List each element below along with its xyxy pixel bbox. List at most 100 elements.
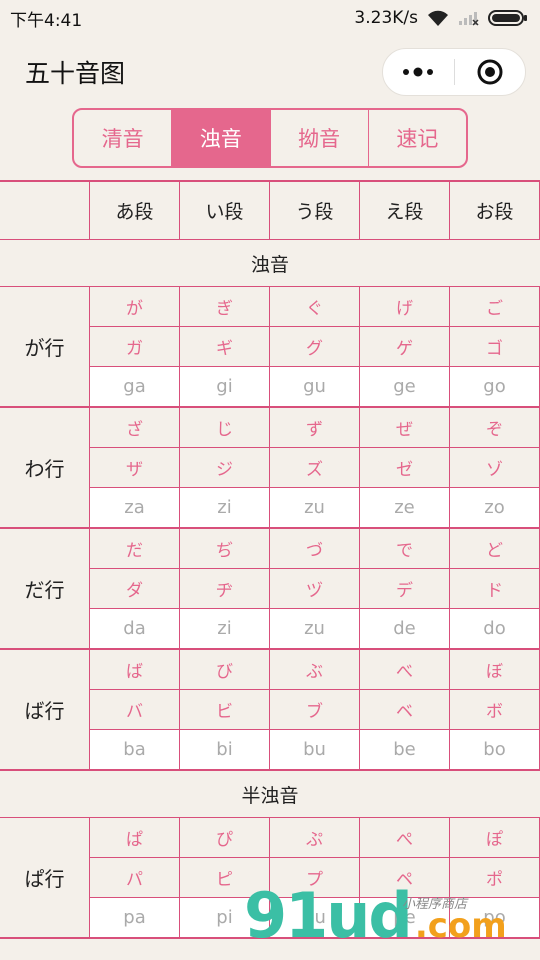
hiragana-cell[interactable]: ぱ	[90, 818, 180, 857]
battery-icon	[488, 9, 528, 27]
romaji-cell[interactable]: bi	[180, 730, 270, 769]
katakana-cell[interactable]: プ	[270, 858, 360, 897]
katakana-cell[interactable]: ゾ	[450, 448, 540, 487]
romaji-cell[interactable]: ga	[90, 367, 180, 406]
romaji-cell[interactable]: da	[90, 609, 180, 648]
katakana-row: ガギグゲゴ	[90, 327, 540, 367]
romaji-cell[interactable]: gi	[180, 367, 270, 406]
column-header: い段	[180, 182, 270, 239]
hiragana-cell[interactable]: び	[180, 650, 270, 689]
katakana-cell[interactable]: ベ	[360, 690, 450, 729]
hiragana-cell[interactable]: ぐ	[270, 287, 360, 326]
katakana-cell[interactable]: ポ	[450, 858, 540, 897]
column-header: お段	[450, 182, 540, 239]
hiragana-cell[interactable]: ぎ	[180, 287, 270, 326]
katakana-cell[interactable]: ゼ	[360, 448, 450, 487]
close-miniprogram-button[interactable]	[455, 49, 526, 95]
katakana-cell[interactable]: ダ	[90, 569, 180, 608]
katakana-cell[interactable]: デ	[360, 569, 450, 608]
romaji-cell[interactable]: zi	[180, 609, 270, 648]
row-group-cells: がぎぐげごガギグゲゴ ga gi gu ge go	[90, 287, 540, 406]
romaji-cell[interactable]: zo	[450, 488, 540, 527]
hiragana-cell[interactable]: ぢ	[180, 529, 270, 568]
sections-container: 浊音 が行がぎぐげごガギグゲゴ ga gi gu ge go わ行ざじずぜぞザジズゼゾ za zi…	[0, 240, 540, 939]
romaji-cell[interactable]: pa	[90, 898, 180, 937]
tab-quick-memo[interactable]: 速记	[369, 110, 466, 166]
hiragana-cell[interactable]: ご	[450, 287, 540, 326]
romaji-cell[interactable]: za	[90, 488, 180, 527]
hiragana-cell[interactable]: ぼ	[450, 650, 540, 689]
katakana-cell[interactable]: ビ	[180, 690, 270, 729]
romaji-cell[interactable]: gu	[270, 367, 360, 406]
hiragana-row: がぎぐげご	[90, 287, 540, 327]
hiragana-cell[interactable]: が	[90, 287, 180, 326]
romaji-row: ga gi gu ge go	[90, 367, 540, 406]
hiragana-cell[interactable]: ぶ	[270, 650, 360, 689]
romaji-cell[interactable]: go	[450, 367, 540, 406]
wifi-icon	[426, 9, 450, 27]
more-button[interactable]	[383, 49, 454, 95]
romaji-cell[interactable]: pi	[180, 898, 270, 937]
tab-youon[interactable]: 拗音	[271, 110, 369, 166]
romaji-row: pa pi pu pe po	[90, 898, 540, 937]
katakana-cell[interactable]: ヅ	[270, 569, 360, 608]
hiragana-cell[interactable]: ぴ	[180, 818, 270, 857]
romaji-cell[interactable]: be	[360, 730, 450, 769]
katakana-cell[interactable]: ド	[450, 569, 540, 608]
row-group-cells: だぢづでどダヂヅデド da zi zu de do	[90, 529, 540, 648]
hiragana-cell[interactable]: げ	[360, 287, 450, 326]
hiragana-cell[interactable]: ず	[270, 408, 360, 447]
katakana-cell[interactable]: ペ	[360, 858, 450, 897]
hiragana-row: ざじずぜぞ	[90, 408, 540, 448]
romaji-cell[interactable]: zi	[180, 488, 270, 527]
katakana-cell[interactable]: パ	[90, 858, 180, 897]
katakana-cell[interactable]: ゲ	[360, 327, 450, 366]
hiragana-cell[interactable]: だ	[90, 529, 180, 568]
status-time: 下午4:41	[10, 10, 83, 31]
hiragana-cell[interactable]: ぽ	[450, 818, 540, 857]
hiragana-cell[interactable]: べ	[360, 650, 450, 689]
romaji-cell[interactable]: ba	[90, 730, 180, 769]
hiragana-row: ぱぴぷぺぽ	[90, 818, 540, 858]
romaji-cell[interactable]: zu	[270, 488, 360, 527]
romaji-cell[interactable]: de	[360, 609, 450, 648]
tab-dakuon[interactable]: 浊音	[172, 110, 271, 166]
hiragana-cell[interactable]: ぺ	[360, 818, 450, 857]
hiragana-cell[interactable]: ざ	[90, 408, 180, 447]
column-header: え段	[360, 182, 450, 239]
katakana-cell[interactable]: ギ	[180, 327, 270, 366]
katakana-cell[interactable]: バ	[90, 690, 180, 729]
katakana-cell[interactable]: ゴ	[450, 327, 540, 366]
katakana-cell[interactable]: ジ	[180, 448, 270, 487]
katakana-cell[interactable]: ブ	[270, 690, 360, 729]
romaji-cell[interactable]: ge	[360, 367, 450, 406]
romaji-cell[interactable]: bo	[450, 730, 540, 769]
hiragana-cell[interactable]: じ	[180, 408, 270, 447]
hiragana-cell[interactable]: ぜ	[360, 408, 450, 447]
katakana-cell[interactable]: ガ	[90, 327, 180, 366]
romaji-cell[interactable]: zu	[270, 609, 360, 648]
romaji-cell[interactable]: pe	[360, 898, 450, 937]
romaji-cell[interactable]: pu	[270, 898, 360, 937]
romaji-cell[interactable]: do	[450, 609, 540, 648]
target-icon	[477, 59, 503, 85]
katakana-cell[interactable]: ザ	[90, 448, 180, 487]
katakana-cell[interactable]: グ	[270, 327, 360, 366]
section-title-row: 半浊音	[0, 771, 540, 818]
hiragana-cell[interactable]: ぞ	[450, 408, 540, 447]
katakana-cell[interactable]: ズ	[270, 448, 360, 487]
romaji-cell[interactable]: bu	[270, 730, 360, 769]
katakana-cell[interactable]: ボ	[450, 690, 540, 729]
hiragana-cell[interactable]: づ	[270, 529, 360, 568]
katakana-cell[interactable]: ヂ	[180, 569, 270, 608]
tab-seion[interactable]: 清音	[74, 110, 173, 166]
katakana-cell[interactable]: ピ	[180, 858, 270, 897]
hiragana-cell[interactable]: ぷ	[270, 818, 360, 857]
row-group: ば行ばびぶべぼバビブベボ ba bi bu be bo	[0, 650, 540, 771]
hiragana-cell[interactable]: ど	[450, 529, 540, 568]
romaji-cell[interactable]: po	[450, 898, 540, 937]
hiragana-cell[interactable]: ば	[90, 650, 180, 689]
hiragana-cell[interactable]: で	[360, 529, 450, 568]
romaji-cell[interactable]: ze	[360, 488, 450, 527]
kana-table: あ段 い段 う段 え段 お段 浊音 が行がぎぐげごガギグゲゴ ga gi gu ge go わ…	[0, 180, 540, 939]
